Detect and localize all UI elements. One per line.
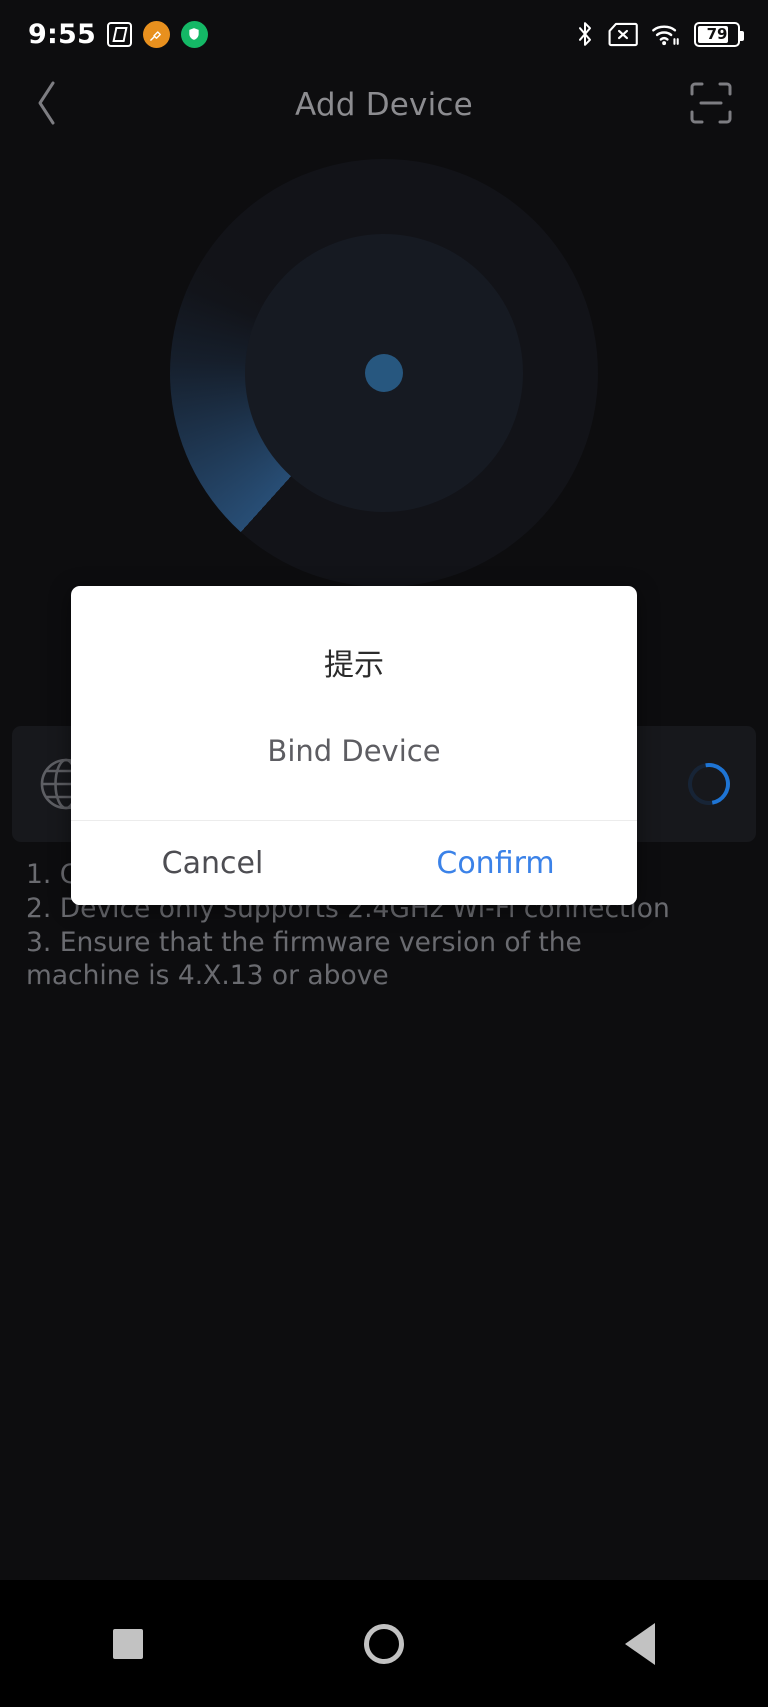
app-header: Add Device (0, 68, 768, 142)
battery-level-label: 79 (706, 24, 728, 43)
dialog-message: Bind Device (267, 734, 441, 768)
page-title: Add Device (295, 87, 473, 123)
dialog-title: 提示 (324, 648, 384, 683)
cleaner-badge-icon (142, 20, 170, 48)
battery-icon: 79 (694, 21, 744, 47)
nfc-icon (106, 21, 132, 47)
loading-spinner-icon (679, 754, 739, 814)
confirm-button[interactable]: Confirm (354, 821, 637, 905)
triangle-back-icon (625, 1622, 655, 1665)
dialog-action-row: Cancel Confirm (71, 821, 637, 905)
status-bar-right: 79 (575, 20, 744, 48)
cancel-button[interactable]: Cancel (71, 821, 354, 905)
nav-back-button[interactable] (585, 1604, 695, 1684)
scan-qr-icon (688, 80, 734, 130)
recents-button[interactable] (73, 1604, 183, 1684)
chevron-left-icon (34, 80, 60, 130)
radar-graphic (170, 159, 598, 587)
status-bar: 9:55 79 (0, 0, 768, 68)
bluetooth-icon (575, 20, 595, 48)
circle-home-icon (364, 1623, 404, 1664)
instruction-item: 3. Ensure that the firmware version of t… (26, 927, 582, 991)
no-sim-icon (608, 22, 638, 47)
wifi-icon (651, 22, 681, 47)
device-scan-radar (0, 148, 768, 598)
shield-badge-icon (180, 20, 208, 48)
status-bar-left: 9:55 (28, 18, 208, 50)
radar-center-dot (365, 354, 403, 392)
status-clock: 9:55 (28, 18, 96, 50)
android-nav-bar (0, 1580, 768, 1707)
square-recents-icon (113, 1628, 143, 1659)
bind-device-dialog: 提示 Bind Device Cancel Confirm (71, 586, 637, 905)
back-button[interactable] (34, 81, 82, 129)
home-button[interactable] (329, 1604, 439, 1684)
phone-screen: 9:55 79 Add Device 1. Ca 2. Device only … (0, 0, 768, 1707)
scan-qr-button[interactable] (686, 81, 734, 129)
